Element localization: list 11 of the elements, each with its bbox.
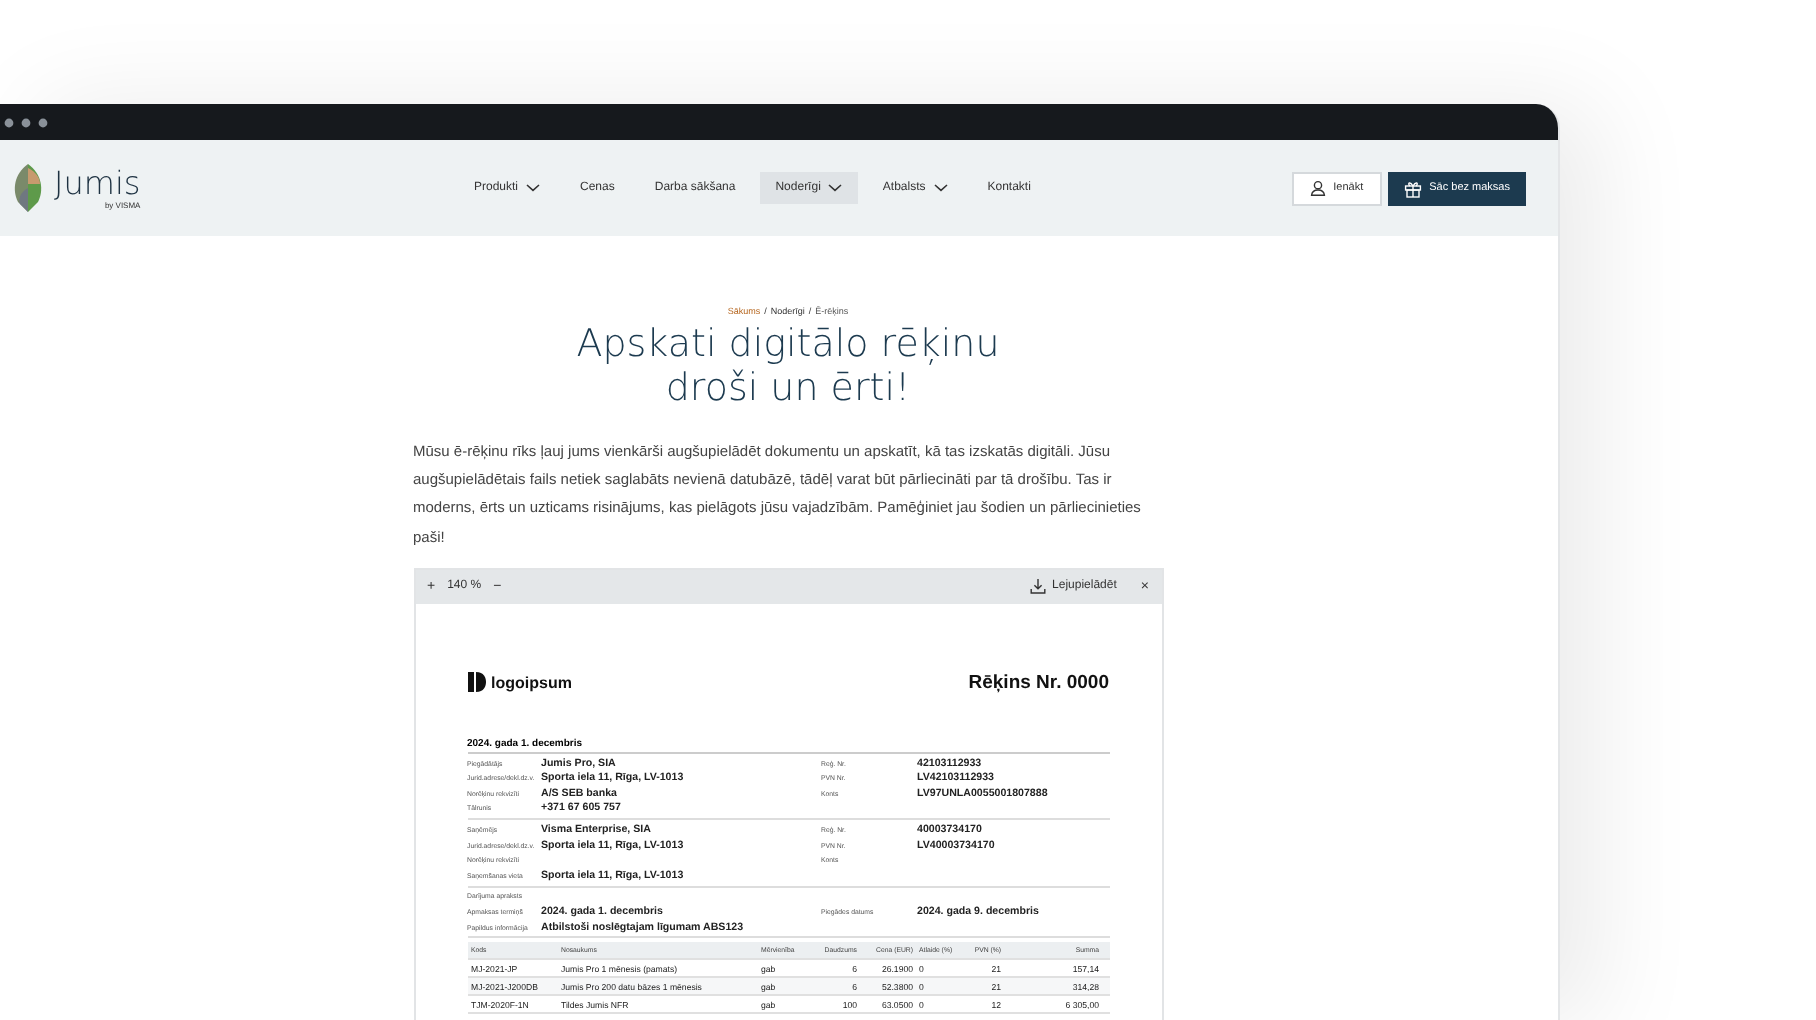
user-icon	[1309, 180, 1326, 196]
logo-wordmark: Jumis	[54, 167, 141, 199]
logo-wordmark: logoipsum	[491, 673, 572, 692]
logo-mark-icon	[467, 672, 485, 693]
gift-icon	[1403, 179, 1422, 197]
download-icon	[1030, 578, 1047, 595]
page-title: droši un ērti!	[665, 366, 911, 410]
page-title: Apskati digitālo rēķinu	[576, 322, 1000, 366]
invoice-title: Rēķins Nr. 0000	[968, 671, 1109, 694]
leaf-logo-icon	[10, 162, 46, 214]
window-dots-icon	[4, 117, 48, 127]
